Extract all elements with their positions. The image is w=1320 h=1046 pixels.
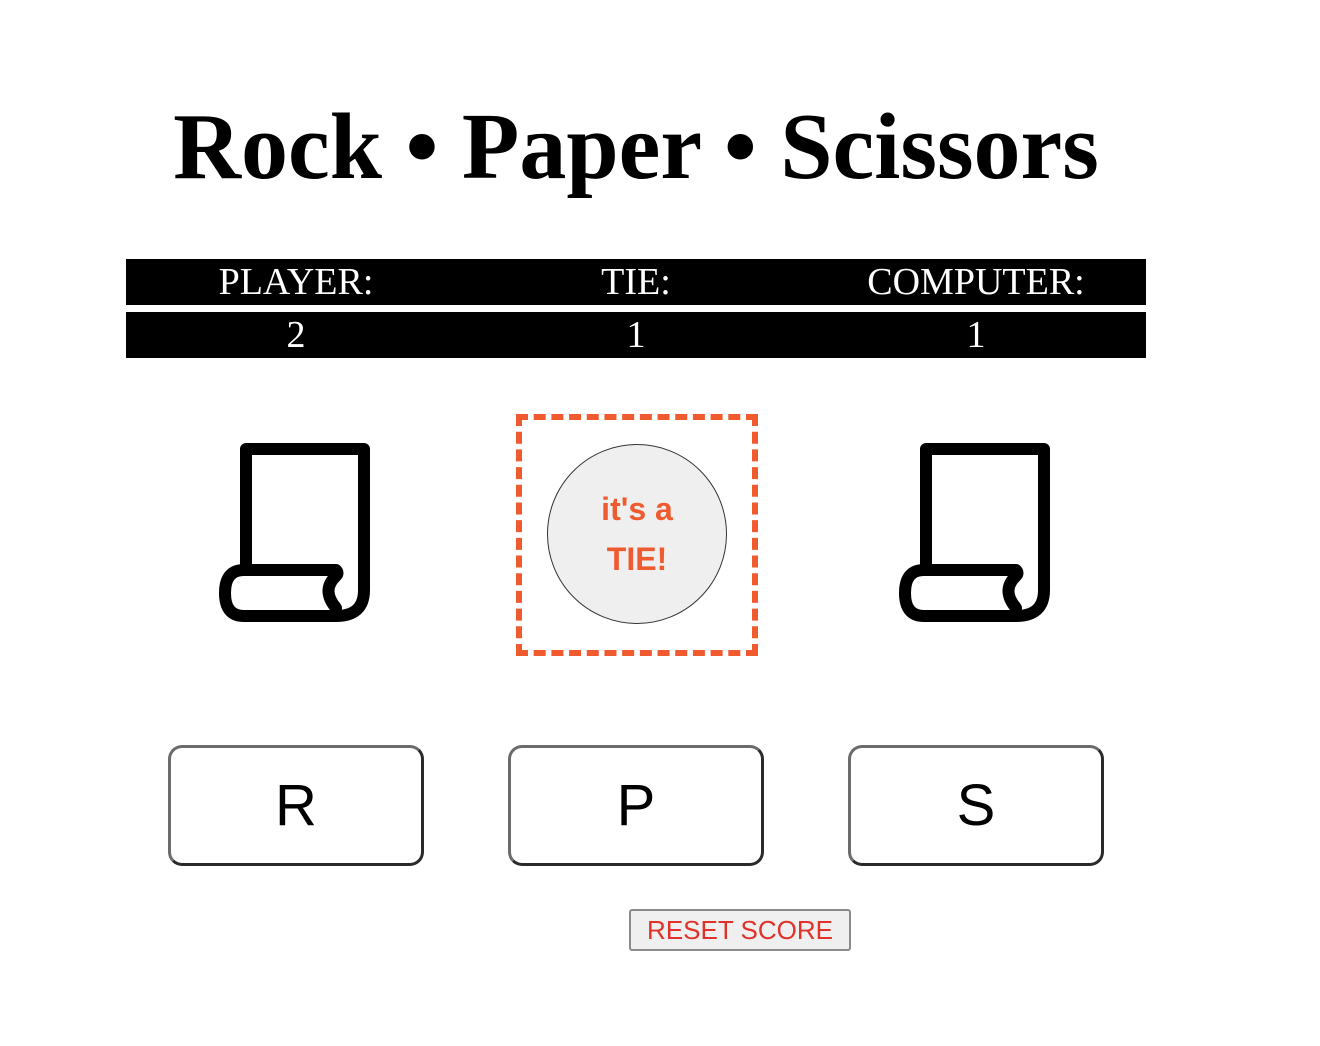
- reset-score-button[interactable]: RESET SCORE: [629, 909, 851, 951]
- scoreboard-values: 2 1 1: [126, 312, 1146, 358]
- player-score-value: 2: [286, 314, 306, 356]
- scissors-button[interactable]: S: [848, 745, 1104, 866]
- paper-scroll-icon: [899, 443, 1050, 622]
- game-page: Rock • Paper • Scissors PLAYER: TIE: COM…: [0, 0, 1320, 1046]
- result-frame: it's a TIE!: [516, 414, 758, 656]
- page-title: Rock • Paper • Scissors: [173, 95, 1099, 199]
- paper-button[interactable]: P: [508, 745, 764, 866]
- computer-score-value: 1: [966, 314, 986, 356]
- result-text-line1: it's a: [601, 491, 673, 527]
- result-badge: it's a TIE!: [547, 444, 727, 624]
- scoreboard-labels: PLAYER: TIE: COMPUTER:: [126, 259, 1146, 305]
- computer-score-label: COMPUTER:: [867, 261, 1085, 303]
- rock-button[interactable]: R: [168, 745, 424, 866]
- tie-score-label: TIE:: [601, 261, 671, 303]
- result-text-line2: TIE!: [606, 541, 668, 577]
- paper-scroll-icon: [219, 443, 370, 622]
- computer-choice: [896, 440, 1056, 625]
- player-choice: [216, 440, 376, 625]
- tie-score-value: 1: [626, 314, 646, 356]
- player-score-label: PLAYER:: [218, 261, 374, 303]
